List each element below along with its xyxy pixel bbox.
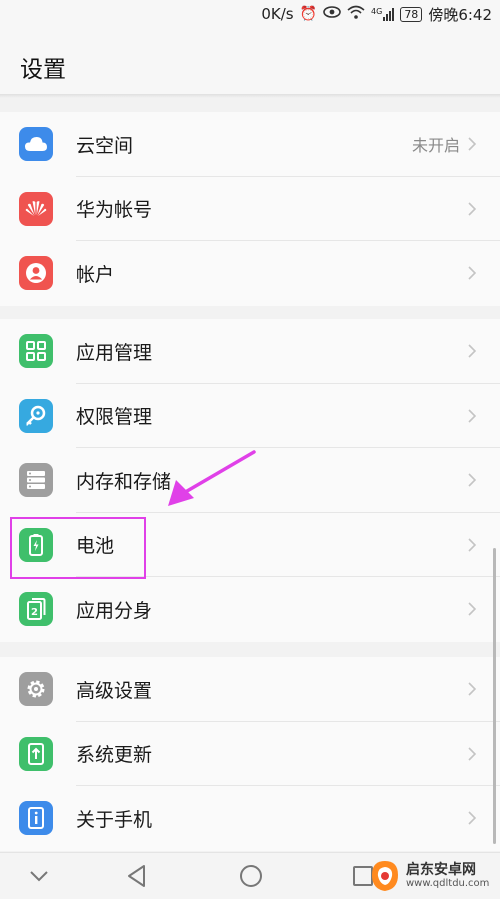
header-divider — [0, 94, 500, 98]
chevron-right-icon — [468, 538, 477, 552]
alarm-icon: ⏰ — [299, 6, 318, 22]
page-title: 设置 — [20, 57, 66, 83]
settings-item-about-phone[interactable]: 关于手机 — [0, 786, 500, 851]
chevron-right-icon — [468, 266, 477, 280]
huawei-icon — [19, 191, 53, 226]
chevron-right-icon — [468, 202, 477, 216]
watermark-title: 启东安卓网 — [406, 861, 476, 878]
cloud-icon — [19, 127, 53, 162]
signal-icon: 4G — [371, 7, 395, 21]
battery-indicator: 78 — [400, 6, 423, 22]
settings-item-advanced[interactable]: 高级设置 — [0, 657, 500, 722]
settings-item-huawei-account[interactable]: 华为帐号 — [0, 177, 500, 241]
watermark-logo-icon — [372, 861, 398, 891]
wifi-icon — [347, 5, 365, 23]
annotation-highlight-box — [10, 517, 146, 579]
chevron-right-icon — [468, 344, 477, 358]
page-header: 设置 — [0, 28, 500, 98]
settings-item-value: 未开启 — [411, 136, 460, 156]
chevron-right-icon — [468, 409, 477, 423]
watermark-url: www.qdltdu.com — [406, 878, 490, 890]
chevron-right-icon — [468, 682, 477, 696]
settings-item-system-update[interactable]: 系统更新 — [0, 722, 500, 786]
annotation-arrow-icon — [168, 450, 256, 506]
network-speed: 0K/s — [261, 5, 294, 23]
eye-icon — [323, 6, 341, 22]
settings-group-system: 高级设置 系统更新 关于手机 — [0, 657, 500, 851]
chevron-right-icon — [468, 137, 477, 151]
user-icon — [19, 256, 53, 291]
apps-icon — [19, 334, 53, 369]
phone-info-icon — [19, 801, 53, 836]
gear-icon — [19, 672, 53, 707]
status-bar: 0K/s ⏰ 4G 78 傍晚6:42 — [0, 0, 500, 28]
back-icon[interactable] — [122, 861, 152, 891]
settings-item-label: 应用管理 — [76, 341, 153, 364]
chevron-right-icon — [468, 747, 477, 761]
settings-item-label: 应用分身 — [76, 599, 153, 622]
settings-item-cloud[interactable]: 云空间 未开启 — [0, 112, 500, 177]
settings-item-label: 华为帐号 — [76, 199, 153, 222]
settings-item-label: 系统更新 — [76, 744, 153, 767]
settings-item-label: 关于手机 — [76, 808, 153, 831]
settings-item-label: 内存和存储 — [76, 470, 172, 493]
update-icon — [19, 736, 53, 771]
settings-item-permissions[interactable]: 权限管理 — [0, 384, 500, 448]
svg-text:2: 2 — [31, 607, 38, 618]
key-icon — [19, 398, 53, 433]
app-twin-icon: 2 — [19, 592, 53, 627]
network-type: 4G — [371, 7, 383, 16]
settings-item-accounts[interactable]: 帐户 — [0, 241, 500, 306]
settings-item-app-twin[interactable]: 2 应用分身 — [0, 577, 500, 642]
settings-item-label: 帐户 — [76, 263, 115, 286]
chevron-down-icon[interactable] — [24, 861, 54, 891]
settings-group-account: 云空间 未开启 华为帐号 帐户 — [0, 112, 500, 306]
settings-item-label: 云空间 — [76, 134, 134, 157]
chevron-right-icon — [468, 811, 477, 825]
battery-level: 78 — [404, 7, 419, 21]
scrollbar[interactable] — [493, 548, 496, 844]
home-icon[interactable] — [236, 861, 266, 891]
settings-item-app-management[interactable]: 应用管理 — [0, 319, 500, 384]
settings-item-label: 权限管理 — [76, 406, 153, 429]
chevron-right-icon — [468, 473, 477, 487]
chevron-right-icon — [468, 602, 477, 616]
storage-icon — [19, 463, 53, 498]
watermark: 启东安卓网 www.qdltdu.com — [368, 856, 496, 896]
settings-item-label: 高级设置 — [76, 679, 153, 702]
clock: 傍晚6:42 — [428, 5, 492, 24]
